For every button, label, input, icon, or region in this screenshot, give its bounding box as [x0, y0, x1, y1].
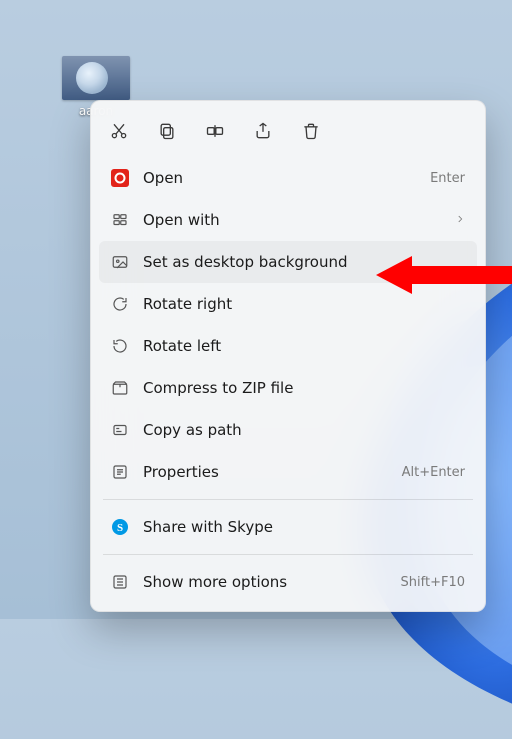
copy-path-icon	[111, 421, 129, 439]
skype-icon: S	[111, 518, 129, 536]
menu-show-more-shortcut: Shift+F10	[401, 575, 465, 590]
rotate-right-icon	[111, 295, 129, 313]
cut-button[interactable]	[107, 119, 131, 143]
menu-properties[interactable]: Properties Alt+Enter	[99, 451, 477, 493]
menu-compress-zip[interactable]: Compress to ZIP file	[99, 367, 477, 409]
menu-separator	[103, 499, 473, 500]
menu-rotate-right[interactable]: Rotate right	[99, 283, 477, 325]
menu-rotate-right-label: Rotate right	[143, 295, 465, 313]
menu-compress-label: Compress to ZIP file	[143, 379, 465, 397]
rename-button[interactable]	[203, 119, 227, 143]
menu-properties-shortcut: Alt+Enter	[402, 465, 465, 480]
menu-share-skype[interactable]: S Share with Skype	[99, 506, 477, 548]
context-toolbar	[99, 109, 477, 157]
rename-icon	[205, 121, 225, 141]
open-with-icon	[111, 211, 129, 229]
menu-copy-path-label: Copy as path	[143, 421, 465, 439]
file-thumbnail	[62, 56, 130, 100]
menu-open-label: Open	[143, 169, 416, 187]
share-icon	[253, 121, 273, 141]
menu-share-skype-label: Share with Skype	[143, 518, 465, 536]
menu-rotate-left-label: Rotate left	[143, 337, 465, 355]
menu-show-more-options[interactable]: Show more options Shift+F10	[99, 561, 477, 603]
rotate-left-icon	[111, 337, 129, 355]
menu-rotate-left[interactable]: Rotate left	[99, 325, 477, 367]
properties-icon	[111, 463, 129, 481]
copy-icon	[157, 121, 177, 141]
zip-icon	[111, 379, 129, 397]
copy-button[interactable]	[155, 119, 179, 143]
menu-show-more-label: Show more options	[143, 573, 387, 591]
menu-open-shortcut: Enter	[430, 171, 465, 186]
menu-properties-label: Properties	[143, 463, 388, 481]
cut-icon	[109, 121, 129, 141]
chevron-right-icon	[455, 213, 465, 228]
delete-button[interactable]	[299, 119, 323, 143]
menu-set-bg-label: Set as desktop background	[143, 253, 465, 271]
app-icon	[111, 169, 129, 187]
menu-set-desktop-background[interactable]: Set as desktop background	[99, 241, 477, 283]
picture-icon	[111, 253, 129, 271]
delete-icon	[301, 121, 321, 141]
more-options-icon	[111, 573, 129, 591]
context-menu: Open Enter Open with Set as desktop back…	[90, 100, 486, 612]
menu-copy-path[interactable]: Copy as path	[99, 409, 477, 451]
menu-open-with[interactable]: Open with	[99, 199, 477, 241]
menu-separator	[103, 554, 473, 555]
share-button[interactable]	[251, 119, 275, 143]
menu-open-with-label: Open with	[143, 211, 441, 229]
menu-open[interactable]: Open Enter	[99, 157, 477, 199]
svg-text:S: S	[117, 522, 123, 534]
